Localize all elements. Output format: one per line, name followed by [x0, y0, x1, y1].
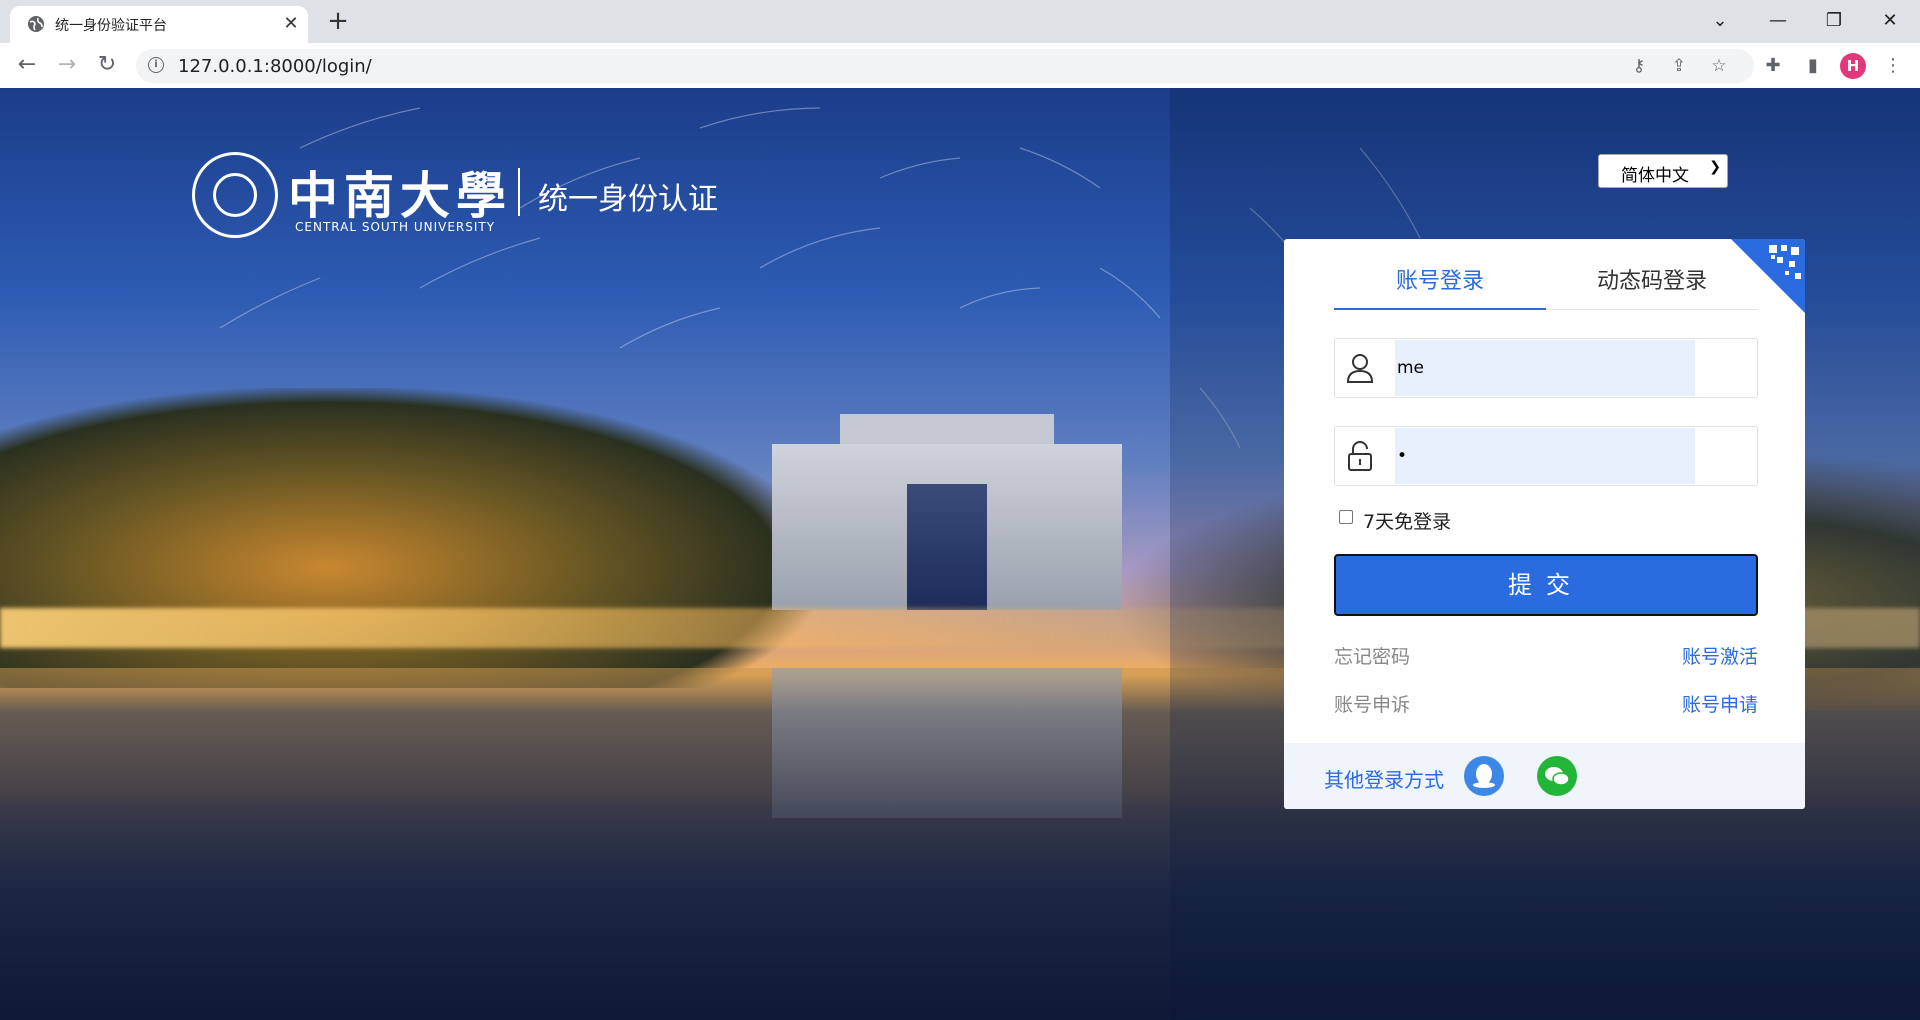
- building-reflection: [772, 668, 1122, 818]
- active-tab-underline: [1334, 308, 1546, 310]
- university-english-name: CENTRAL SOUTH UNIVERSITY: [295, 220, 496, 234]
- other-methods-label: 其他登录方式: [1324, 768, 1444, 792]
- share-icon[interactable]: ⇪: [1668, 55, 1690, 77]
- university-chinese-name: 中南大學: [288, 166, 512, 225]
- emblem-inner-ring: [213, 173, 257, 217]
- login-page: 中南大學 CENTRAL SOUTH UNIVERSITY 统一身份认证 简体中…: [0, 88, 1920, 1020]
- remember-checkbox[interactable]: [1339, 510, 1353, 524]
- account-apply-link[interactable]: 账号申请: [1682, 690, 1758, 717]
- tab-dynamic-code-login[interactable]: 动态码登录: [1546, 269, 1758, 309]
- new-tab-button[interactable]: +: [324, 8, 352, 36]
- tab-account-label: 账号登录: [1395, 269, 1484, 294]
- submit-button[interactable]: 提交: [1334, 554, 1758, 616]
- tab-dynamic-label: 动态码登录: [1596, 269, 1707, 294]
- qq-icon: [1473, 764, 1495, 788]
- star-icon[interactable]: ☆: [1708, 55, 1730, 77]
- username-input[interactable]: me: [1395, 340, 1695, 396]
- tab-search-icon[interactable]: ⌄: [1698, 6, 1742, 36]
- tab-account-login[interactable]: 账号登录: [1334, 269, 1546, 310]
- password-field: •: [1334, 426, 1758, 486]
- user-icon: [1346, 354, 1374, 383]
- building-window: [907, 484, 987, 610]
- close-tab-icon[interactable]: ✕: [279, 12, 303, 36]
- reload-icon[interactable]: ↻: [92, 51, 122, 81]
- menu-icon[interactable]: ⋮: [1880, 53, 1906, 79]
- remember-label: 7天免登录: [1363, 511, 1452, 533]
- building-top: [840, 414, 1054, 444]
- sidepanel-icon[interactable]: ▮: [1800, 53, 1826, 79]
- username-field: me: [1334, 338, 1758, 398]
- address-bar[interactable]: i 127.0.0.1:8000/login/ ⚷ ⇪ ☆: [136, 49, 1754, 83]
- key-icon[interactable]: ⚷: [1628, 55, 1650, 77]
- tab-title: 统一身份验证平台: [55, 18, 167, 34]
- forgot-password-link[interactable]: 忘记密码: [1334, 642, 1410, 669]
- restore-icon[interactable]: ❐: [1812, 6, 1856, 36]
- back-icon[interactable]: ←: [12, 51, 42, 81]
- password-input[interactable]: •: [1395, 428, 1695, 484]
- qq-login-button[interactable]: [1464, 756, 1504, 796]
- activate-account-link[interactable]: 账号激活: [1682, 642, 1758, 669]
- chevron-down-icon: ❯: [1709, 159, 1721, 175]
- lock-icon: [1348, 441, 1372, 471]
- tab-strip: 统一身份验证平台 ✕ + ⌄ — ❐ ✕: [0, 0, 1920, 43]
- logo-separator: [518, 168, 520, 216]
- language-selected: 简体中文: [1621, 166, 1689, 186]
- other-login-methods: 其他登录方式: [1284, 743, 1805, 809]
- login-tabs: 账号登录 动态码登录: [1334, 269, 1758, 310]
- close-window-icon[interactable]: ✕: [1868, 6, 1912, 36]
- browser-toolbar: ← → ↻ i 127.0.0.1:8000/login/ ⚷ ⇪ ☆ ✚ ▮ …: [0, 43, 1920, 89]
- url-text[interactable]: 127.0.0.1:8000/login/: [178, 56, 372, 77]
- language-select[interactable]: 简体中文 ❯: [1598, 154, 1728, 188]
- platform-subtitle: 统一身份认证: [538, 182, 718, 217]
- account-appeal-link[interactable]: 账号申诉: [1334, 690, 1410, 717]
- emblem-icon: [192, 152, 278, 238]
- forward-icon[interactable]: →: [52, 51, 82, 81]
- puzzle-icon[interactable]: ✚: [1760, 53, 1786, 79]
- info-icon[interactable]: i: [148, 57, 164, 73]
- wechat-icon: [1545, 767, 1570, 786]
- browser-tab[interactable]: 统一身份验证平台 ✕: [10, 6, 308, 43]
- minimize-icon[interactable]: —: [1756, 6, 1800, 36]
- login-card: 账号登录 动态码登录 me • 7天免登录 提交 忘记密码 账号激活 账号申诉 …: [1284, 239, 1805, 809]
- avatar[interactable]: H: [1840, 53, 1866, 79]
- wechat-login-button[interactable]: [1537, 756, 1577, 796]
- globe-icon: [28, 16, 44, 32]
- campus-building: [772, 414, 1122, 610]
